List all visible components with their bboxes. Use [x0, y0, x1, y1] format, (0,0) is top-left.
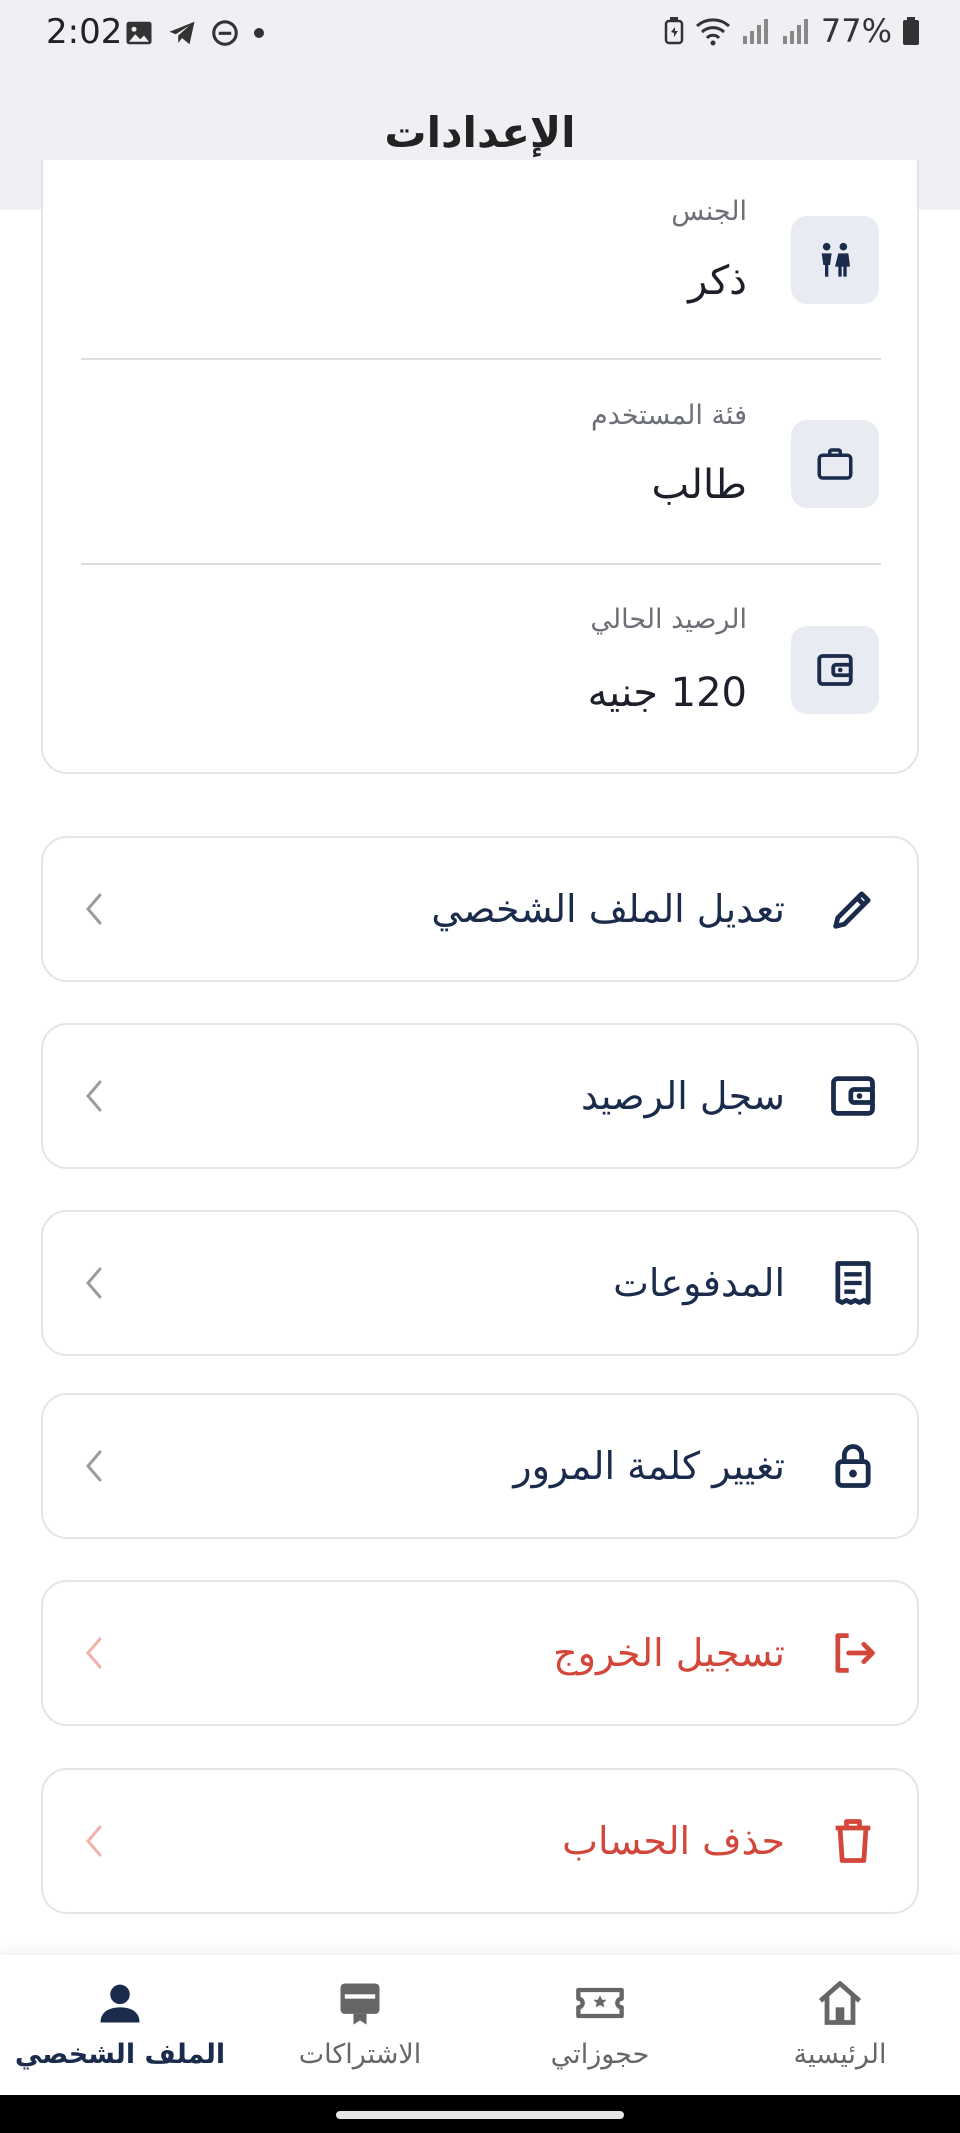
nav-subscriptions[interactable]: الاشتراكات: [240, 1955, 480, 2095]
nav-profile[interactable]: الملف الشخصي: [0, 1955, 240, 2095]
balance-icon-box: [791, 626, 879, 714]
gender-icon-box: [791, 216, 879, 304]
notification-icons: [124, 18, 266, 48]
balance-history-button[interactable]: سجل الرصيد: [41, 1023, 919, 1169]
battery-icon: [903, 17, 919, 45]
chevron-left-icon: [86, 1450, 102, 1482]
chevron-left-icon: [86, 1080, 102, 1112]
subscription-card-icon: [340, 1983, 380, 2025]
image-icon: [126, 21, 152, 45]
telegram-icon: [169, 21, 195, 45]
home-gesture-handle[interactable]: [336, 2111, 624, 2119]
chevron-left-icon: [86, 1267, 102, 1299]
balance-label: الرصيد الحالي: [590, 604, 747, 635]
wallet-icon: [817, 654, 853, 686]
dot-icon: [254, 28, 264, 38]
page-title: الإعدادات: [384, 108, 576, 157]
gender-label: الجنس: [671, 196, 747, 227]
wifi-icon: [695, 18, 730, 46]
person-icon: [100, 1984, 140, 2023]
briefcase-icon: [817, 448, 853, 480]
chevron-left-icon: [86, 893, 102, 925]
edit-profile-label: تعديل الملف الشخصي: [431, 887, 785, 931]
signal-icon: [742, 19, 768, 44]
logout-label: تسجيل الخروج: [553, 1631, 785, 1675]
battery-saver-icon: [664, 17, 684, 45]
profile-info-card: الجنس ذكر فئة المستخدم طالب الرصيد الحال…: [41, 160, 919, 774]
ticket-icon: [576, 1987, 624, 2019]
category-value: طالب: [651, 462, 748, 508]
battery-percentage: 77%: [820, 12, 892, 50]
divider: [81, 563, 881, 565]
nav-bookings-label: حجوزاتي: [550, 2039, 650, 2070]
signal-icon-2: [782, 19, 808, 44]
change-password-button[interactable]: تغيير كلمة المرور: [41, 1393, 919, 1539]
nav-profile-label: الملف الشخصي: [14, 2039, 226, 2070]
chevron-left-icon: [86, 1825, 102, 1857]
payments-button[interactable]: المدفوعات: [41, 1210, 919, 1356]
logout-icon: [835, 1633, 875, 1673]
bottom-navigation: الملف الشخصي الاشتراكات حجوزاتي الرئيسية: [0, 1955, 960, 2095]
change-password-label: تغيير كلمة المرور: [513, 1444, 785, 1488]
nav-bookings[interactable]: حجوزاتي: [480, 1955, 720, 2095]
edit-profile-button[interactable]: تعديل الملف الشخصي: [41, 836, 919, 982]
delete-account-button[interactable]: حذف الحساب: [41, 1768, 919, 1914]
category-label: فئة المستخدم: [590, 400, 747, 431]
chevron-left-icon: [86, 1637, 102, 1669]
gesture-bar: [0, 2095, 960, 2133]
receipt-icon: [835, 1261, 871, 1305]
nav-subscriptions-label: الاشتراكات: [298, 2039, 422, 2070]
payments-label: المدفوعات: [613, 1261, 785, 1305]
balance-history-label: سجل الرصيد: [580, 1074, 785, 1118]
gender-icon: [821, 242, 850, 277]
status-time: 2:02: [46, 12, 123, 52]
divider: [81, 358, 881, 360]
status-right: 77%: [663, 12, 920, 50]
gender-value: ذكر: [688, 258, 747, 304]
trash-icon: [835, 1819, 871, 1863]
balance-value: 120 جنيه: [587, 670, 747, 716]
lock-icon: [835, 1444, 871, 1488]
category-icon-box: [791, 420, 879, 508]
delete-account-label: حذف الحساب: [562, 1819, 785, 1863]
status-bar: 2:02 77%: [0, 0, 960, 70]
home-icon: [818, 1981, 862, 2025]
logout-button[interactable]: تسجيل الخروج: [41, 1580, 919, 1726]
nav-home-label: الرئيسية: [793, 2039, 887, 2070]
nav-home[interactable]: الرئيسية: [720, 1955, 960, 2095]
pencil-icon: [833, 891, 871, 929]
dnd-icon: [212, 20, 238, 46]
wallet-icon: [831, 1076, 875, 1116]
